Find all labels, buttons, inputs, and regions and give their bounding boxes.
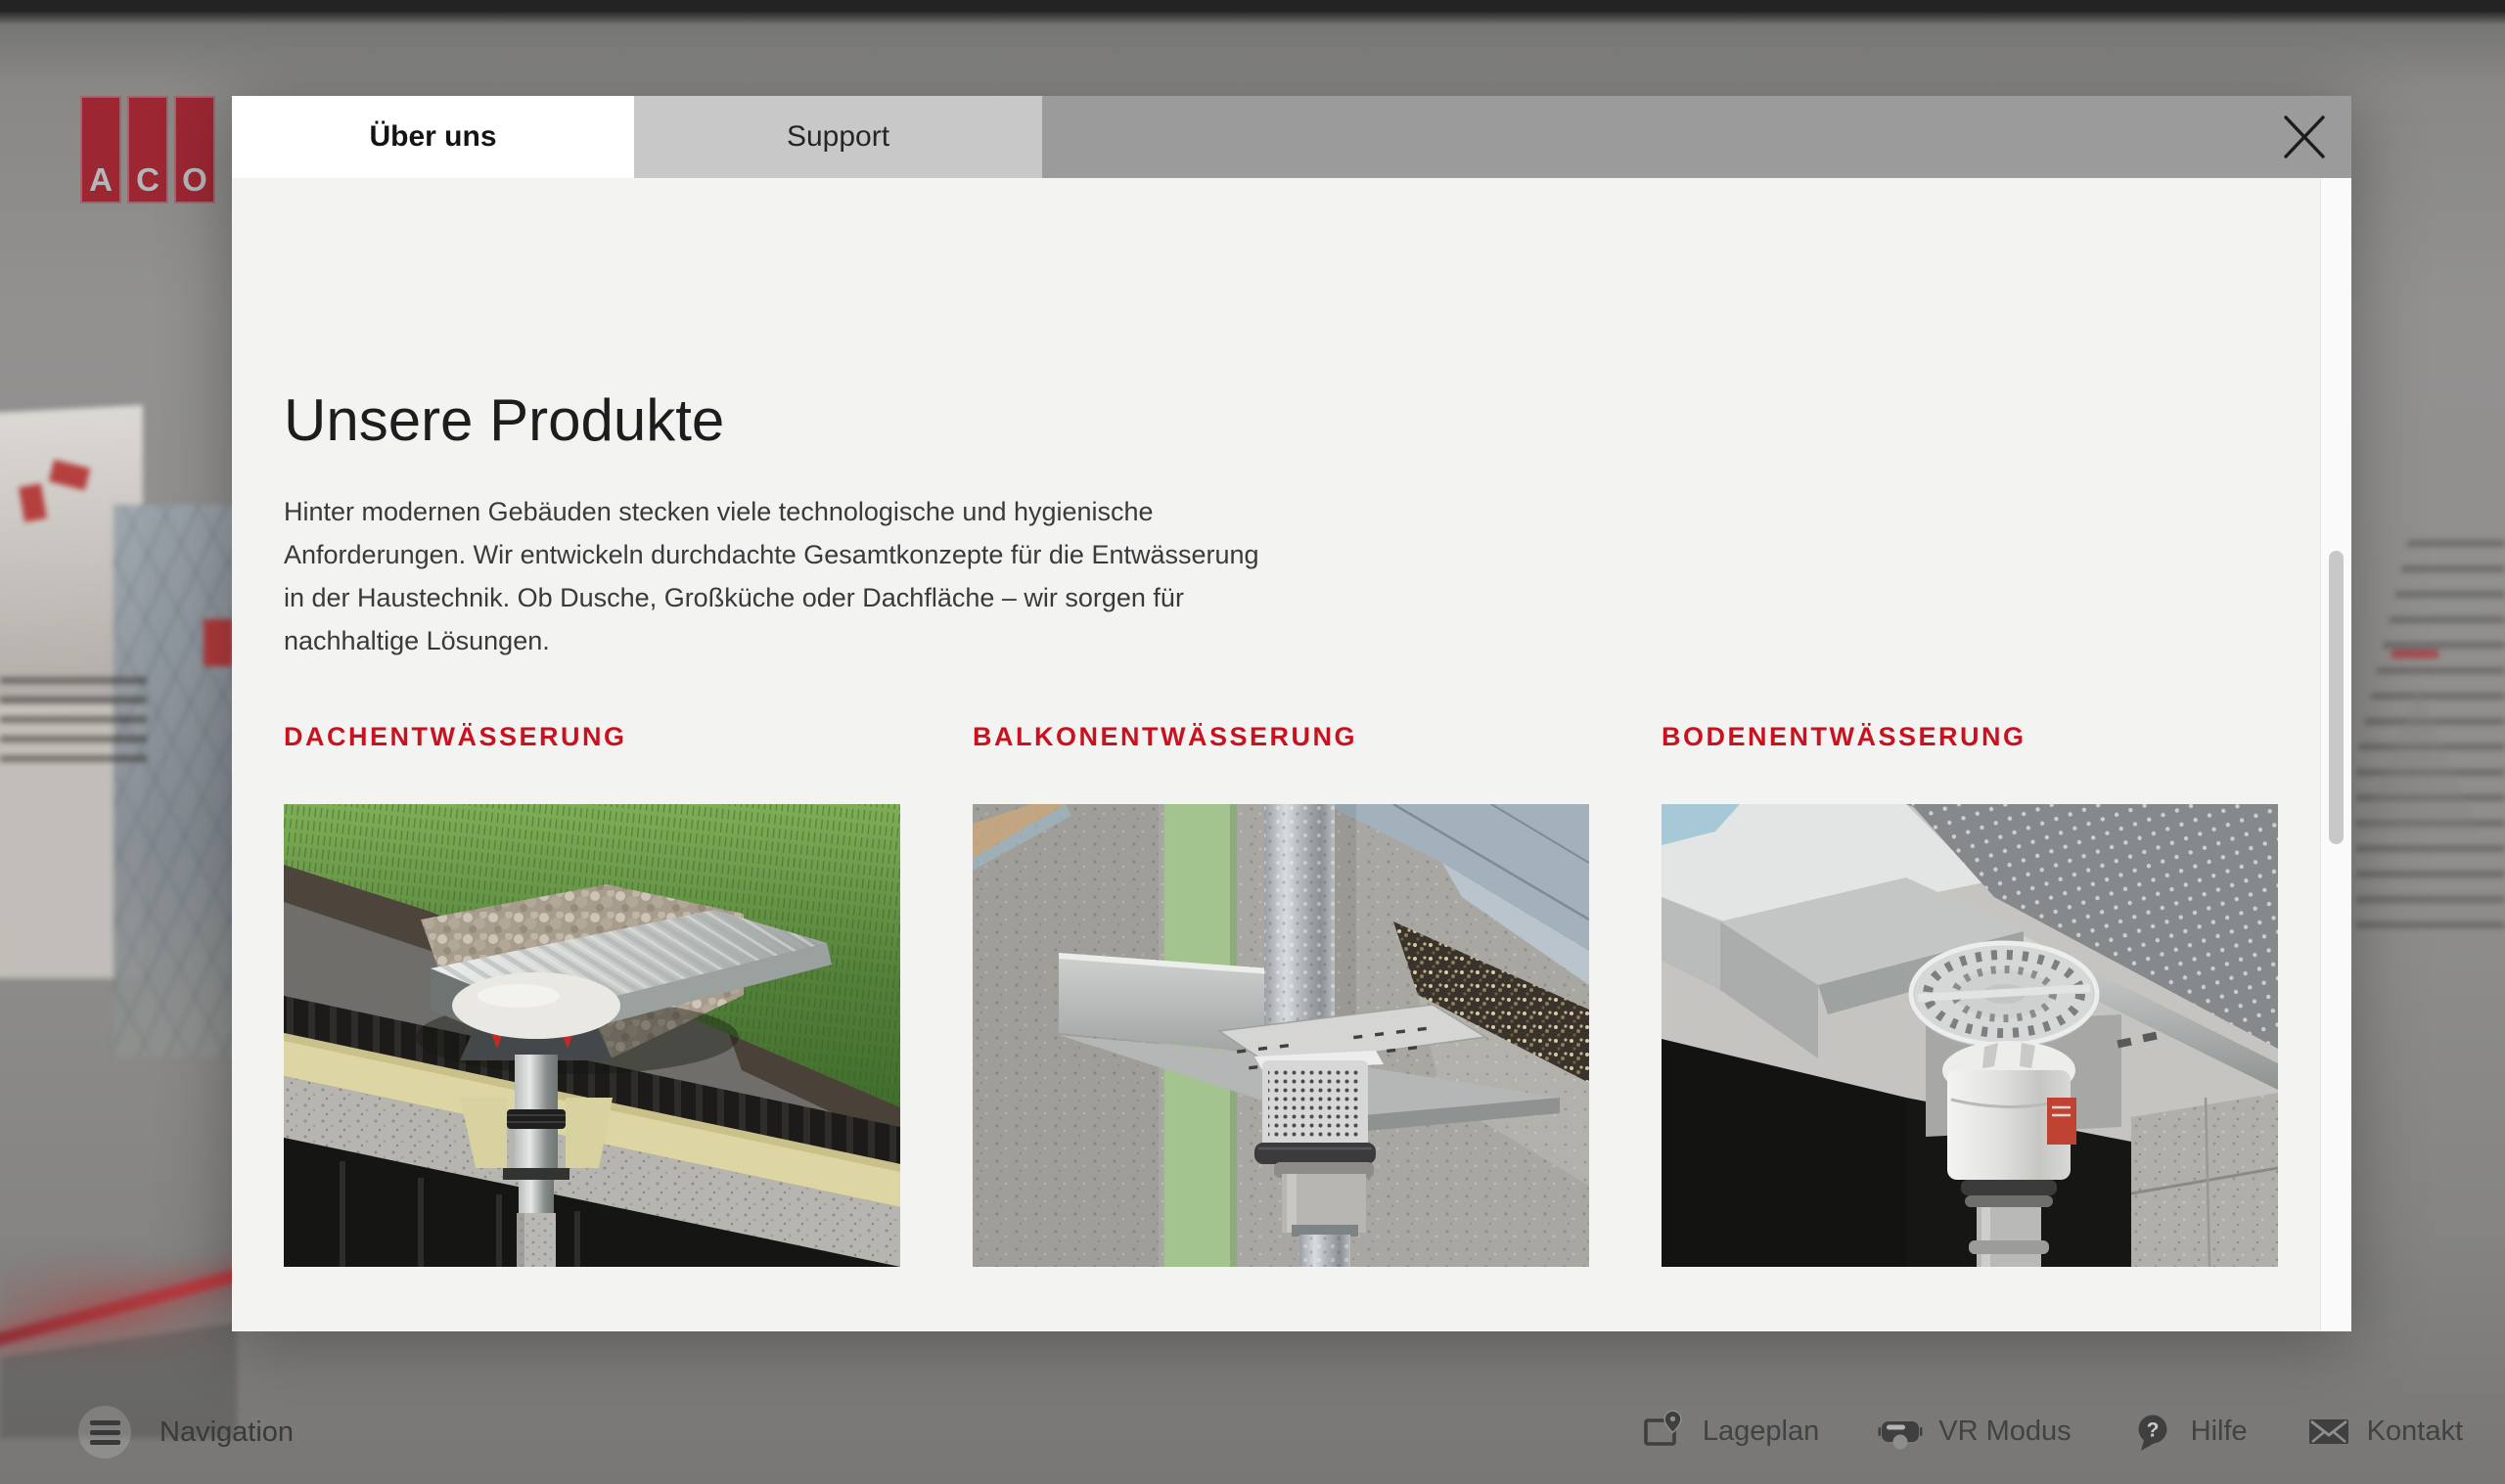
toolbar-item-vr-modus[interactable]: VR Modus	[1878, 1409, 2071, 1454]
help-bubble-icon: ?	[2130, 1409, 2175, 1454]
logo-letter: A	[82, 161, 119, 199]
glass-sketch-panel	[114, 505, 237, 1057]
hamburger-icon	[90, 1420, 120, 1425]
exhibit-silhouette	[2358, 687, 2480, 833]
background-showroom-left	[0, 391, 237, 1438]
toolbar-item-label: VR Modus	[1938, 1416, 2071, 1448]
modal-scrollbar-thumb[interactable]	[2329, 551, 2344, 844]
tab-ueber-uns[interactable]: Über uns	[232, 96, 634, 178]
envelope-icon	[2306, 1409, 2351, 1454]
about-overlay-dialog: Über uns Support Unsere Produkte Hinter …	[232, 96, 2351, 1331]
intro-paragraph: Hinter modernen Gebäuden stecken viele t…	[284, 490, 1380, 662]
background-showroom-right	[2348, 528, 2505, 1017]
overlay-body: Unsere Produkte Hinter modernen Gebäuden…	[232, 178, 2351, 1331]
tabbar-spacer	[1042, 96, 2257, 178]
page-title: Unsere Produkte	[284, 389, 724, 452]
navigation-menu-button[interactable]	[78, 1406, 131, 1459]
screen: A C O Navigation Lageplan VR Mo	[0, 0, 2505, 1484]
hamburger-icon	[90, 1440, 120, 1445]
category-image-floor-drainage[interactable]	[1662, 804, 2278, 1267]
toolbar-item-hilfe[interactable]: ? Hilfe	[2130, 1409, 2248, 1454]
category-label[interactable]: DACHENTWÄSSERUNG	[284, 722, 900, 751]
tab-support[interactable]: Support	[634, 96, 1042, 178]
toolbar-item-label: Lageplan	[1703, 1416, 1819, 1448]
logo-letter: O	[176, 161, 213, 199]
category-floor-drainage: BODENENTWÄSSERUNG	[1662, 722, 2278, 1267]
logo-letter: C	[129, 161, 166, 199]
toolbar-item-lageplan[interactable]: Lageplan	[1642, 1409, 1819, 1454]
red-accent-line	[2391, 650, 2438, 658]
product-categories: DACHENTWÄSSERUNG	[284, 722, 2278, 1267]
toolbar-item-label: Hilfe	[2191, 1416, 2248, 1448]
bottom-toolbar-right: Lageplan VR Modus ? Hilfe	[1642, 1403, 2463, 1460]
question-mark-glyph: ?	[2146, 1419, 2159, 1442]
logo-bar: O	[174, 96, 215, 203]
category-image-balcony-drainage[interactable]	[973, 804, 1589, 1267]
hamburger-icon	[90, 1430, 120, 1435]
red-exhibit-panel	[204, 619, 233, 666]
vr-headset-icon	[1878, 1409, 1923, 1454]
category-label[interactable]: BODENENTWÄSSERUNG	[1662, 722, 2278, 751]
toolbar-item-kontakt[interactable]: Kontakt	[2306, 1409, 2463, 1454]
navigation-label[interactable]: Navigation	[159, 1417, 294, 1449]
floor-drain-illustration	[1662, 804, 2278, 1267]
close-icon	[2282, 113, 2327, 160]
toolbar-item-label: Kontakt	[2367, 1416, 2463, 1448]
modal-scrollbar-track[interactable]	[2320, 178, 2351, 1331]
roof-drain-illustration	[284, 804, 900, 1267]
category-roof-drainage: DACHENTWÄSSERUNG	[284, 722, 900, 1267]
category-balcony-drainage: BALKONENTWÄSSERUNG	[973, 722, 1589, 1267]
balcony-drain-illustration	[973, 804, 1589, 1267]
map-pin-icon	[1642, 1409, 1687, 1454]
logo-bar: C	[127, 96, 168, 203]
window-slats	[0, 677, 147, 767]
top-vignette	[0, 0, 2505, 25]
category-label[interactable]: BALKONENTWÄSSERUNG	[973, 722, 1589, 751]
close-button[interactable]	[2257, 96, 2351, 178]
category-image-roof-drainage[interactable]	[284, 804, 900, 1267]
aco-logo: A C O	[80, 96, 215, 203]
logo-bar: A	[80, 96, 121, 203]
overlay-tabbar: Über uns Support	[232, 96, 2351, 178]
